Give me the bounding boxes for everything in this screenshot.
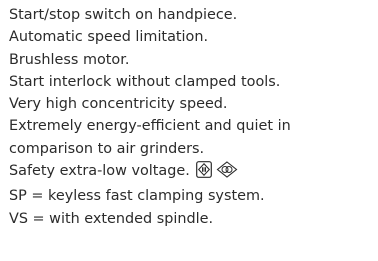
feature-item: Very high concentricity speed. [9, 96, 228, 113]
safety-transformer-icon [216, 161, 238, 185]
feature-list: Start/stop switch on handpiece. Automati… [9, 4, 375, 230]
feature-item: VS = with extended spindle. [9, 210, 214, 227]
feature-item: Automatic speed limitation. [9, 29, 209, 46]
feature-item-safety-voltage: Safety extra-low voltage. [9, 160, 375, 185]
safety-symbols [195, 161, 242, 185]
feature-item: SP = keyless fast clamping system. [9, 188, 265, 205]
feature-item: Extremely energy-efficient and quiet in [9, 118, 291, 135]
feature-item-label: Safety extra-low voltage. [9, 163, 190, 180]
feature-item: Start interlock without clamped tools. [9, 73, 281, 90]
protection-class-iii-icon [195, 161, 212, 185]
feature-item-continued: comparison to air grinders. [9, 140, 205, 157]
feature-item: Start/stop switch on handpiece. [9, 7, 238, 23]
feature-item: Brushless motor. [9, 51, 130, 68]
